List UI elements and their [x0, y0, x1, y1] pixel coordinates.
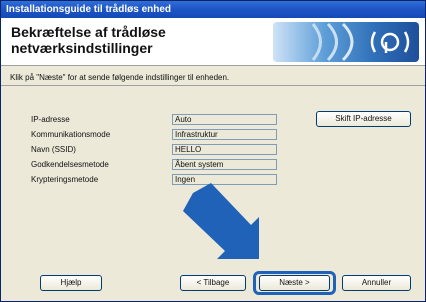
- setting-label-auth: Godkendelsesmetode: [31, 160, 109, 169]
- next-button[interactable]: Næste >: [259, 275, 330, 291]
- back-button[interactable]: < Tilbage: [180, 275, 246, 291]
- window-title: Installationsguide til trådløs enhed: [6, 4, 172, 15]
- setting-value-ip: Auto: [172, 114, 277, 125]
- setting-value-mode: Infrastruktur: [172, 129, 277, 140]
- wizard-window: Installationsguide til trådløs enhed Bek…: [0, 0, 426, 302]
- page-title: Bekræftelse af trådløse netværksindstill…: [11, 24, 166, 56]
- instruction-text: Klik på "Næste" for at sende følgende in…: [10, 73, 230, 82]
- setting-label-encryption: Krypteringsmetode: [31, 175, 99, 184]
- setting-value-auth: Åbent system: [172, 159, 277, 170]
- setting-value-ssid: HELLO: [172, 144, 277, 155]
- cancel-button[interactable]: Annuller: [342, 275, 411, 291]
- setting-label-ssid: Navn (SSID): [31, 145, 76, 154]
- arrow-pointer-icon: [183, 183, 259, 259]
- change-ip-button[interactable]: Skift IP-adresse: [316, 111, 411, 127]
- wizard-header: Bekræftelse af trådløse netværksindstill…: [1, 18, 425, 66]
- wireless-signal-icon: [311, 22, 410, 62]
- setting-label-mode: Kommunikationsmode: [31, 130, 111, 139]
- divider: [1, 85, 425, 86]
- setting-label-ip: IP-adresse: [31, 115, 70, 124]
- window-titlebar: Installationsguide til trådløs enhed: [1, 1, 425, 18]
- wireless-banner: [273, 22, 419, 62]
- help-button[interactable]: Hjælp: [40, 275, 102, 291]
